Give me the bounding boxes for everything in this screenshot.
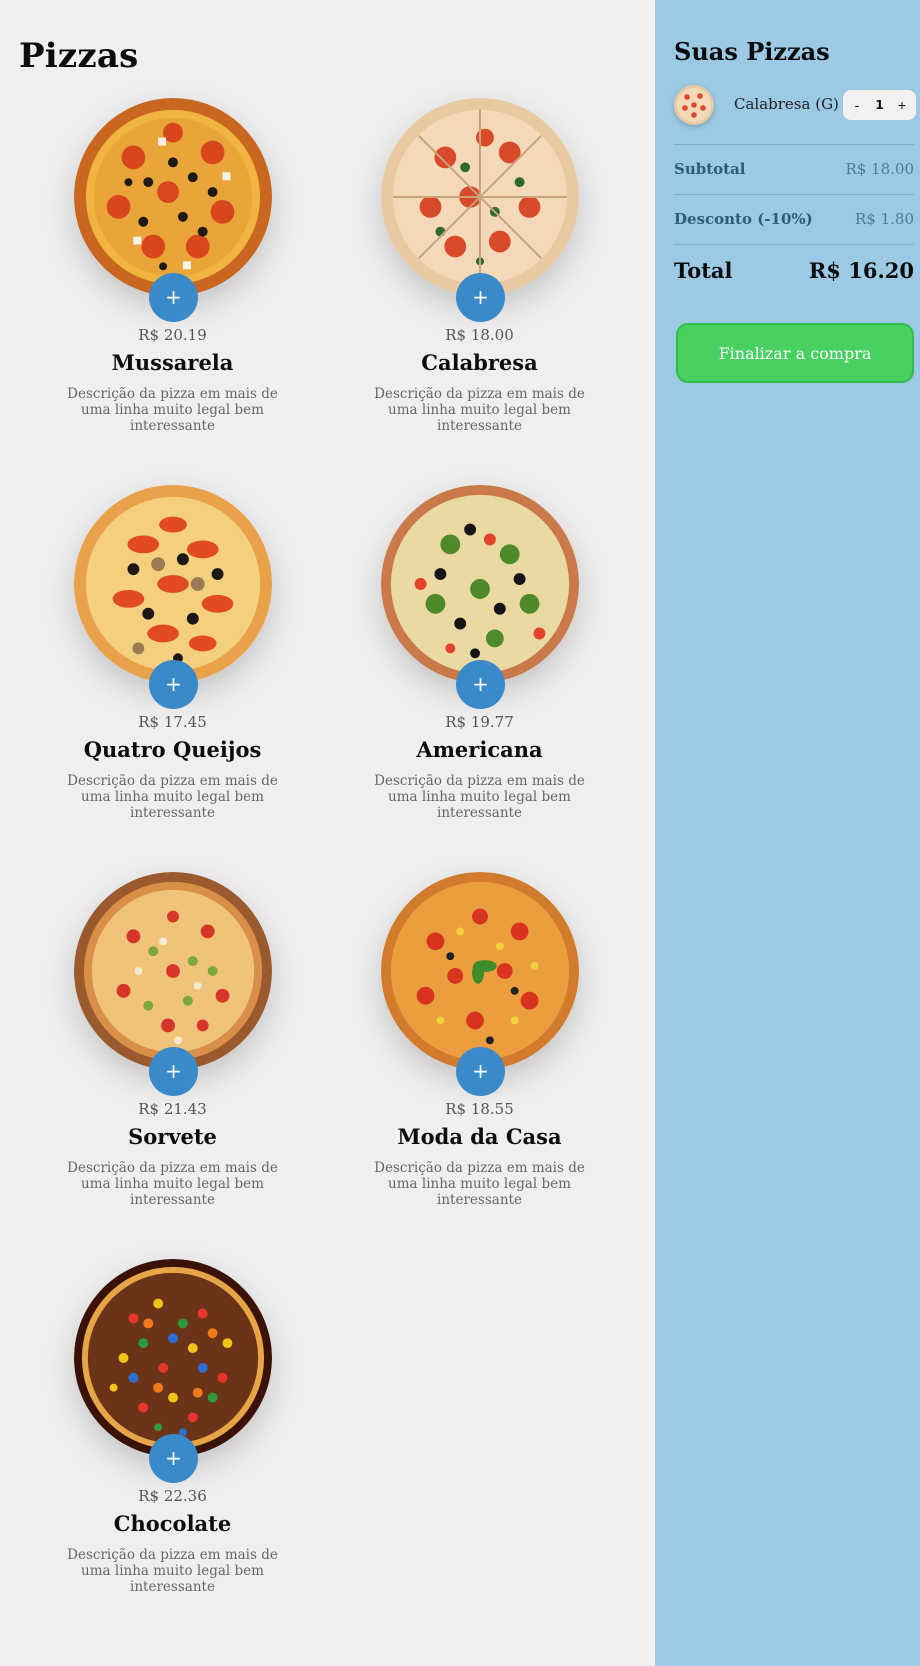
pizza-card: + R$ 22.36 Chocolate Descrição da pizza …: [19, 1259, 326, 1646]
pizza-card: + R$ 18.55 Moda da Casa Descrição da piz…: [326, 872, 633, 1259]
pizza-name: Quatro Queijos: [83, 737, 262, 762]
pizza-name: Chocolate: [113, 1511, 232, 1536]
pizza-grid: + R$ 20.19 Mussarela Descrição da pizza …: [19, 98, 633, 1646]
pizza-price: R$ 18.55: [445, 1100, 514, 1118]
pizza-price: R$ 19.77: [445, 713, 514, 731]
discount-label: Desconto (-10%): [674, 210, 813, 228]
pizza-description: Descrição da pizza em mais de uma linha …: [374, 386, 585, 434]
total-row: Total R$ 16.20: [674, 258, 914, 288]
pizza-name: Mussarela: [111, 350, 234, 375]
pizza-list-area: Pizzas + R$ 20.19 Mussarela Descrição da…: [0, 0, 655, 1666]
add-pizza-button[interactable]: +: [149, 1047, 198, 1096]
pizza-image: [381, 485, 579, 683]
pizza-name: Calabresa: [421, 350, 538, 375]
add-pizza-button[interactable]: +: [149, 273, 198, 322]
add-pizza-button[interactable]: +: [149, 660, 198, 709]
pizza-card: + R$ 20.19 Mussarela Descrição da pizza …: [19, 98, 326, 485]
divider: [674, 194, 914, 195]
cart-title: Suas Pizzas: [674, 37, 830, 66]
increase-quantity-button[interactable]: +: [891, 90, 913, 120]
total-label: Total: [674, 258, 733, 283]
pizza-price: R$ 20.19: [138, 326, 207, 344]
pizza-description: Descrição da pizza em mais de uma linha …: [374, 773, 585, 821]
pizza-name: Americana: [416, 737, 543, 762]
pizza-card: + R$ 18.00 Calabresa Descrição da pizza …: [326, 98, 633, 485]
pizza-description: Descrição da pizza em mais de uma linha …: [67, 386, 278, 434]
cart-sidebar: Suas Pizzas Calabresa (G) - 1 + Subtotal…: [655, 0, 920, 1666]
cart-item-image: [674, 85, 714, 125]
subtotal-row: Subtotal R$ 18.00: [674, 160, 914, 184]
subtotal-value: R$ 18.00: [845, 160, 914, 178]
divider: [674, 144, 914, 145]
pizza-image: [74, 1259, 272, 1457]
pizza-description: Descrição da pizza em mais de uma linha …: [67, 1160, 278, 1208]
subtotal-label: Subtotal: [674, 160, 746, 178]
pizza-price: R$ 18.00: [445, 326, 514, 344]
pizza-card: + R$ 19.77 Americana Descrição da pizza …: [326, 485, 633, 872]
page-title: Pizzas: [19, 36, 139, 76]
pizza-image: [381, 98, 579, 296]
add-pizza-button[interactable]: +: [456, 273, 505, 322]
pizza-price: R$ 21.43: [138, 1100, 207, 1118]
pizza-description: Descrição da pizza em mais de uma linha …: [67, 773, 278, 821]
pizza-price: R$ 22.36: [138, 1487, 207, 1505]
divider: [674, 244, 914, 245]
pizza-name: Sorvete: [128, 1124, 217, 1149]
add-pizza-button[interactable]: +: [456, 660, 505, 709]
quantity-stepper: - 1 +: [843, 90, 916, 120]
discount-value: R$ 1.80: [854, 210, 914, 228]
pizza-description: Descrição da pizza em mais de uma linha …: [374, 1160, 585, 1208]
add-pizza-button[interactable]: +: [149, 1434, 198, 1483]
pizza-card: + R$ 17.45 Quatro Queijos Descrição da p…: [19, 485, 326, 872]
pizza-image: [74, 485, 272, 683]
pizza-card: + R$ 21.43 Sorvete Descrição da pizza em…: [19, 872, 326, 1259]
pizza-image: [74, 872, 272, 1070]
quantity-value: 1: [875, 98, 884, 112]
cart-item: Calabresa (G) - 1 +: [674, 85, 916, 125]
checkout-button[interactable]: Finalizar a compra: [676, 323, 914, 383]
discount-row: Desconto (-10%) R$ 1.80: [674, 210, 914, 234]
pizza-image: [381, 872, 579, 1070]
pizza-price: R$ 17.45: [138, 713, 207, 731]
total-value: R$ 16.20: [808, 258, 914, 283]
pizza-image: [74, 98, 272, 296]
add-pizza-button[interactable]: +: [456, 1047, 505, 1096]
pizza-description: Descrição da pizza em mais de uma linha …: [67, 1547, 278, 1595]
pizza-name: Moda da Casa: [397, 1124, 562, 1149]
cart-item-name: Calabresa (G): [734, 95, 839, 113]
